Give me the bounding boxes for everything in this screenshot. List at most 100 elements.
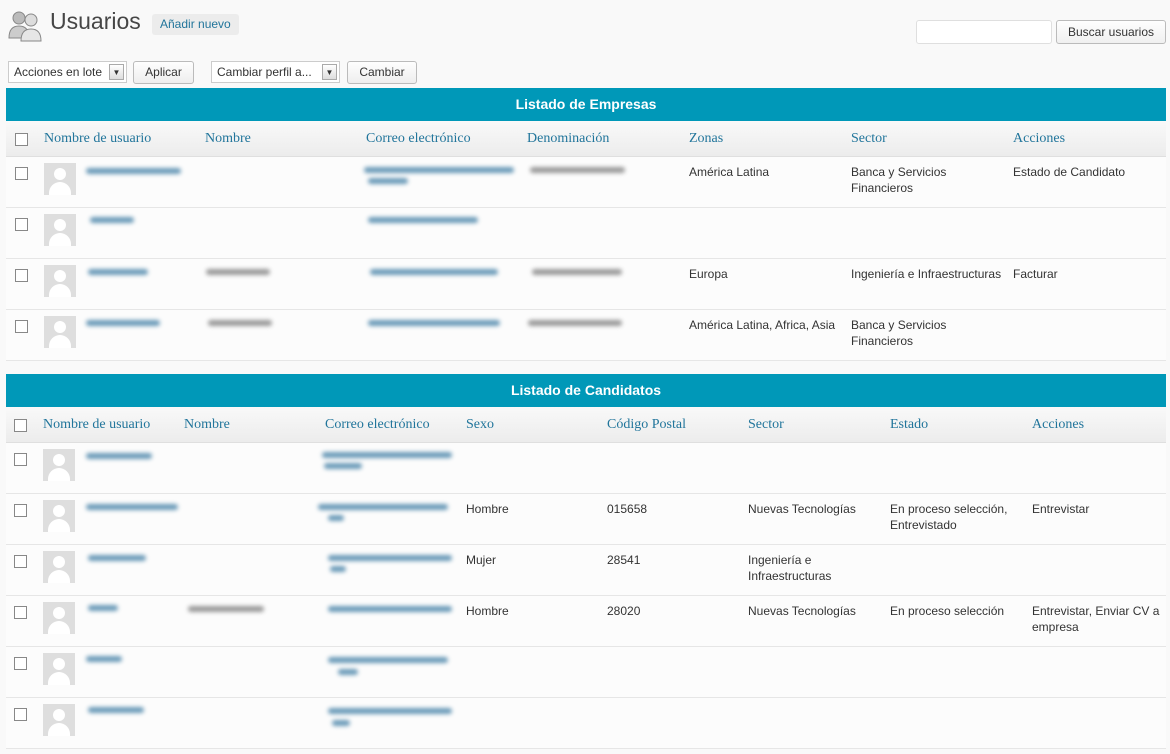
- avatar: [43, 704, 75, 736]
- avatar: [44, 163, 76, 195]
- action-link[interactable]: Facturar: [1013, 266, 1163, 282]
- zonas-cell: América Latina, Africa, Asia: [689, 318, 836, 332]
- sector-cell: Nuevas Tecnologías: [748, 604, 856, 618]
- add-new-button[interactable]: Añadir nuevo: [152, 14, 239, 35]
- email-link[interactable]: [328, 555, 452, 561]
- panel-title: Listado de Candidatos: [6, 374, 1166, 407]
- table-row: Hombre 015658 Nuevas Tecnologías En proc…: [6, 494, 1166, 545]
- page-title: Usuarios: [50, 8, 141, 34]
- table-row: [6, 443, 1166, 494]
- row-checkbox[interactable]: [14, 708, 27, 721]
- cp-cell: 28020: [607, 604, 641, 618]
- email-link[interactable]: [370, 269, 498, 275]
- sector-cell: Ingeniería e Infraestructuras: [851, 267, 1002, 281]
- email-link-wrap: [328, 515, 344, 521]
- row-checkbox[interactable]: [14, 606, 27, 619]
- email-link[interactable]: [364, 167, 514, 173]
- username-link[interactable]: [86, 453, 152, 459]
- bulk-actions-label: Acciones en lote: [14, 65, 103, 79]
- row-checkbox[interactable]: [15, 269, 28, 282]
- username-link[interactable]: [86, 504, 178, 510]
- sector-cell: Banca y Servicios Financieros: [851, 165, 947, 195]
- email-link[interactable]: [328, 657, 448, 663]
- change-button[interactable]: Cambiar: [347, 61, 417, 84]
- sexo-cell: Hombre: [466, 604, 509, 618]
- avatar: [44, 265, 76, 297]
- username-link[interactable]: [88, 707, 144, 713]
- name-value: [188, 606, 264, 612]
- zonas-cell: Europa: [689, 267, 728, 281]
- select-all-checkbox[interactable]: [15, 133, 28, 146]
- col-username[interactable]: Nombre de usuario: [44, 131, 151, 147]
- select-all-checkbox[interactable]: [14, 419, 27, 432]
- username-link[interactable]: [88, 605, 118, 611]
- row-checkbox[interactable]: [14, 657, 27, 670]
- col-sector: Sector: [851, 131, 887, 146]
- email-link-wrap: [324, 463, 362, 469]
- sexo-cell: Mujer: [466, 553, 497, 567]
- username-link[interactable]: [90, 217, 134, 223]
- col-email[interactable]: Correo electrónico: [325, 417, 430, 433]
- col-name[interactable]: Nombre: [184, 417, 230, 433]
- action-link[interactable]: Entrevistar, Enviar CV a empresa: [1032, 603, 1164, 635]
- sector-cell: Ingeniería e Infraestructuras: [748, 553, 832, 583]
- col-sector: Sector: [748, 417, 784, 432]
- table-row: [6, 208, 1166, 259]
- action-link[interactable]: Entrevistar: [1032, 501, 1164, 517]
- col-email[interactable]: Correo electrónico: [366, 131, 471, 147]
- username-link[interactable]: [88, 555, 146, 561]
- change-role-label: Cambiar perfil a...: [217, 65, 312, 79]
- email-link[interactable]: [322, 452, 452, 458]
- sector-cell: Banca y Servicios Financieros: [851, 318, 947, 348]
- change-role-select[interactable]: Cambiar perfil a... ▼: [211, 61, 340, 83]
- row-checkbox[interactable]: [15, 320, 28, 333]
- bulk-actions-select[interactable]: Acciones en lote ▼: [8, 61, 127, 83]
- username-link[interactable]: [88, 269, 148, 275]
- avatar: [43, 500, 75, 532]
- search-users-button[interactable]: Buscar usuarios: [1056, 20, 1166, 44]
- email-link[interactable]: [368, 217, 478, 223]
- denominacion-value: [528, 320, 622, 326]
- col-acciones: Acciones: [1013, 131, 1066, 146]
- table-header: Nombre de usuario Nombre Correo electrón…: [6, 407, 1166, 443]
- zonas-cell: América Latina: [689, 165, 770, 179]
- name-value: [206, 269, 270, 275]
- col-codigo-postal: Código Postal: [607, 417, 686, 432]
- estado-cell: En proceso selección: [890, 604, 1005, 618]
- username-link[interactable]: [86, 168, 181, 174]
- username-link[interactable]: [86, 656, 122, 662]
- row-checkbox[interactable]: [14, 453, 27, 466]
- col-acciones: Acciones: [1032, 417, 1085, 432]
- col-username[interactable]: Nombre de usuario: [43, 417, 150, 433]
- row-checkbox[interactable]: [14, 504, 27, 517]
- col-zonas: Zonas: [689, 131, 724, 146]
- avatar: [43, 551, 75, 583]
- row-checkbox[interactable]: [14, 555, 27, 568]
- email-link[interactable]: [368, 320, 500, 326]
- row-checkbox[interactable]: [15, 167, 28, 180]
- denominacion-value: [532, 269, 622, 275]
- candidatos-panel: Listado de Candidatos Nombre de usuario …: [6, 374, 1166, 749]
- table-row: [6, 647, 1166, 698]
- email-link[interactable]: [318, 504, 448, 510]
- email-link-wrap: [330, 566, 346, 572]
- search-input[interactable]: [916, 20, 1052, 44]
- avatar: [43, 653, 75, 685]
- email-link[interactable]: [328, 708, 452, 714]
- action-link[interactable]: Estado de Candidato: [1013, 164, 1163, 180]
- denominacion-value: [530, 167, 625, 173]
- row-checkbox[interactable]: [15, 218, 28, 231]
- sector-cell: Nuevas Tecnologías: [748, 502, 856, 516]
- table-row: Europa Ingeniería e Infraestructuras Fac…: [6, 259, 1166, 310]
- cp-cell: 015658: [607, 502, 648, 516]
- col-name[interactable]: Nombre: [205, 131, 251, 147]
- table-row: Hombre 28020 Nuevas Tecnologías En proce…: [6, 596, 1166, 647]
- username-link[interactable]: [86, 320, 160, 326]
- col-denominacion: Denominación: [527, 131, 610, 146]
- table-row: [6, 698, 1166, 749]
- empresas-panel: Listado de Empresas Nombre de usuario No…: [6, 88, 1166, 361]
- email-link[interactable]: [328, 606, 452, 612]
- name-value: [208, 320, 272, 326]
- apply-button[interactable]: Aplicar: [133, 61, 194, 84]
- table-row: América Latina Banca y Servicios Financi…: [6, 157, 1166, 208]
